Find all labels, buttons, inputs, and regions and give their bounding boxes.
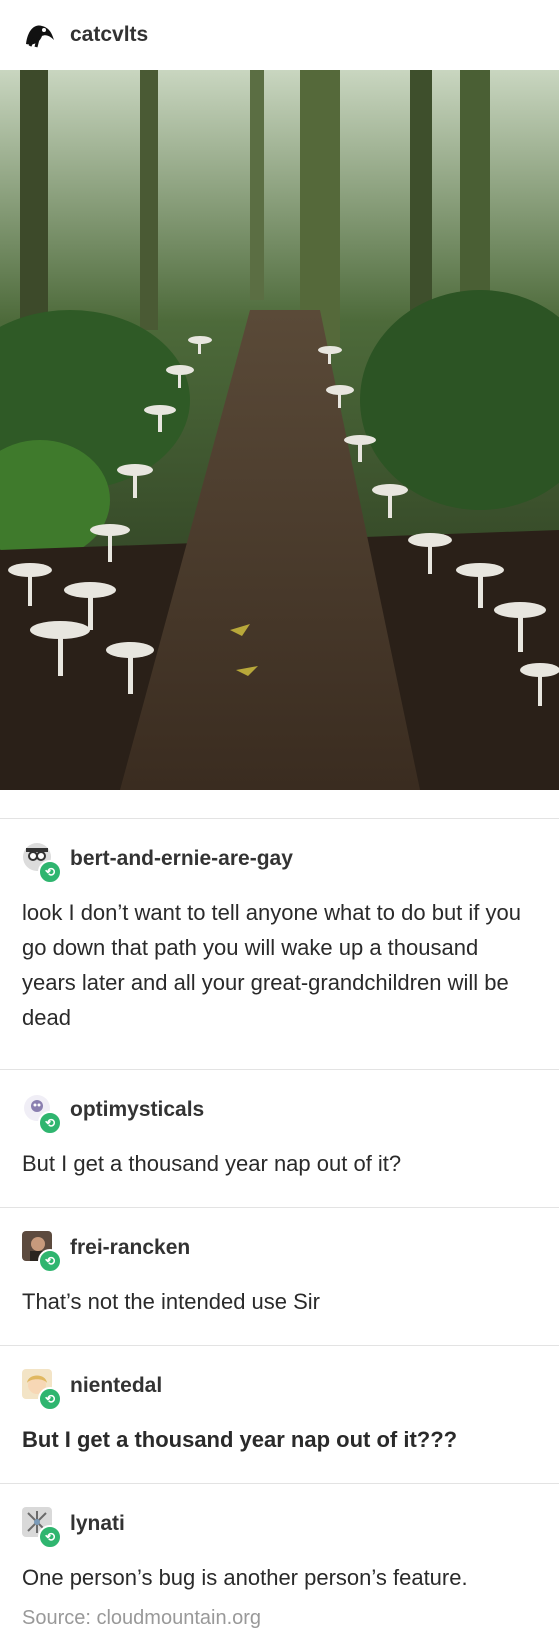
- reblog-username[interactable]: bert-and-ernie-are-gay: [70, 847, 293, 871]
- reblog-icon: ⟲: [38, 860, 62, 884]
- reblog-entry: ⟲ nientedal But I get a thousand year na…: [0, 1346, 559, 1477]
- reblog-text: That’s not the intended use Sir: [22, 1289, 321, 1314]
- reblog-text: But I get a thousand year nap out of it?: [22, 1151, 402, 1176]
- reblog-text: One person’s bug is another person’s fea…: [22, 1565, 468, 1590]
- avatar[interactable]: ⟲: [22, 842, 62, 884]
- post-header: catcvlts: [0, 0, 559, 70]
- reblog-username[interactable]: optimysticals: [70, 1098, 204, 1122]
- reblog-text: But I get a thousand year nap out of it?…: [22, 1427, 458, 1452]
- reblog-username[interactable]: frei-rancken: [70, 1236, 190, 1260]
- reblog-icon: ⟲: [38, 1387, 62, 1411]
- reblog-username[interactable]: nientedal: [70, 1374, 162, 1398]
- post-image: [0, 70, 559, 790]
- reblog-username[interactable]: lynati: [70, 1512, 125, 1536]
- reblog-entry: ⟲ bert-and-ernie-are-gay look I don’t wa…: [0, 819, 559, 1055]
- avatar[interactable]: ⟲: [22, 1369, 62, 1411]
- reblog-entry: ⟲ frei-rancken That’s not the intended u…: [0, 1208, 559, 1339]
- post-author[interactable]: catcvlts: [70, 23, 148, 47]
- reblog-entry: ⟲ lynati One person’s bug is another per…: [0, 1484, 559, 1630]
- reblog-entry: ⟲ optimysticals But I get a thousand yea…: [0, 1070, 559, 1201]
- avatar[interactable]: ⟲: [22, 1507, 62, 1549]
- reblog-icon: ⟲: [38, 1111, 62, 1135]
- reblog-text: look I don’t want to tell anyone what to…: [22, 900, 521, 1030]
- avatar[interactable]: ⟲: [22, 1093, 62, 1135]
- reblog-icon: ⟲: [38, 1525, 62, 1549]
- reblog-icon: ⟲: [38, 1249, 62, 1273]
- post-source[interactable]: Source: cloudmountain.org: [22, 1607, 537, 1630]
- user-avatar[interactable]: [22, 20, 58, 50]
- avatar[interactable]: ⟲: [22, 1231, 62, 1273]
